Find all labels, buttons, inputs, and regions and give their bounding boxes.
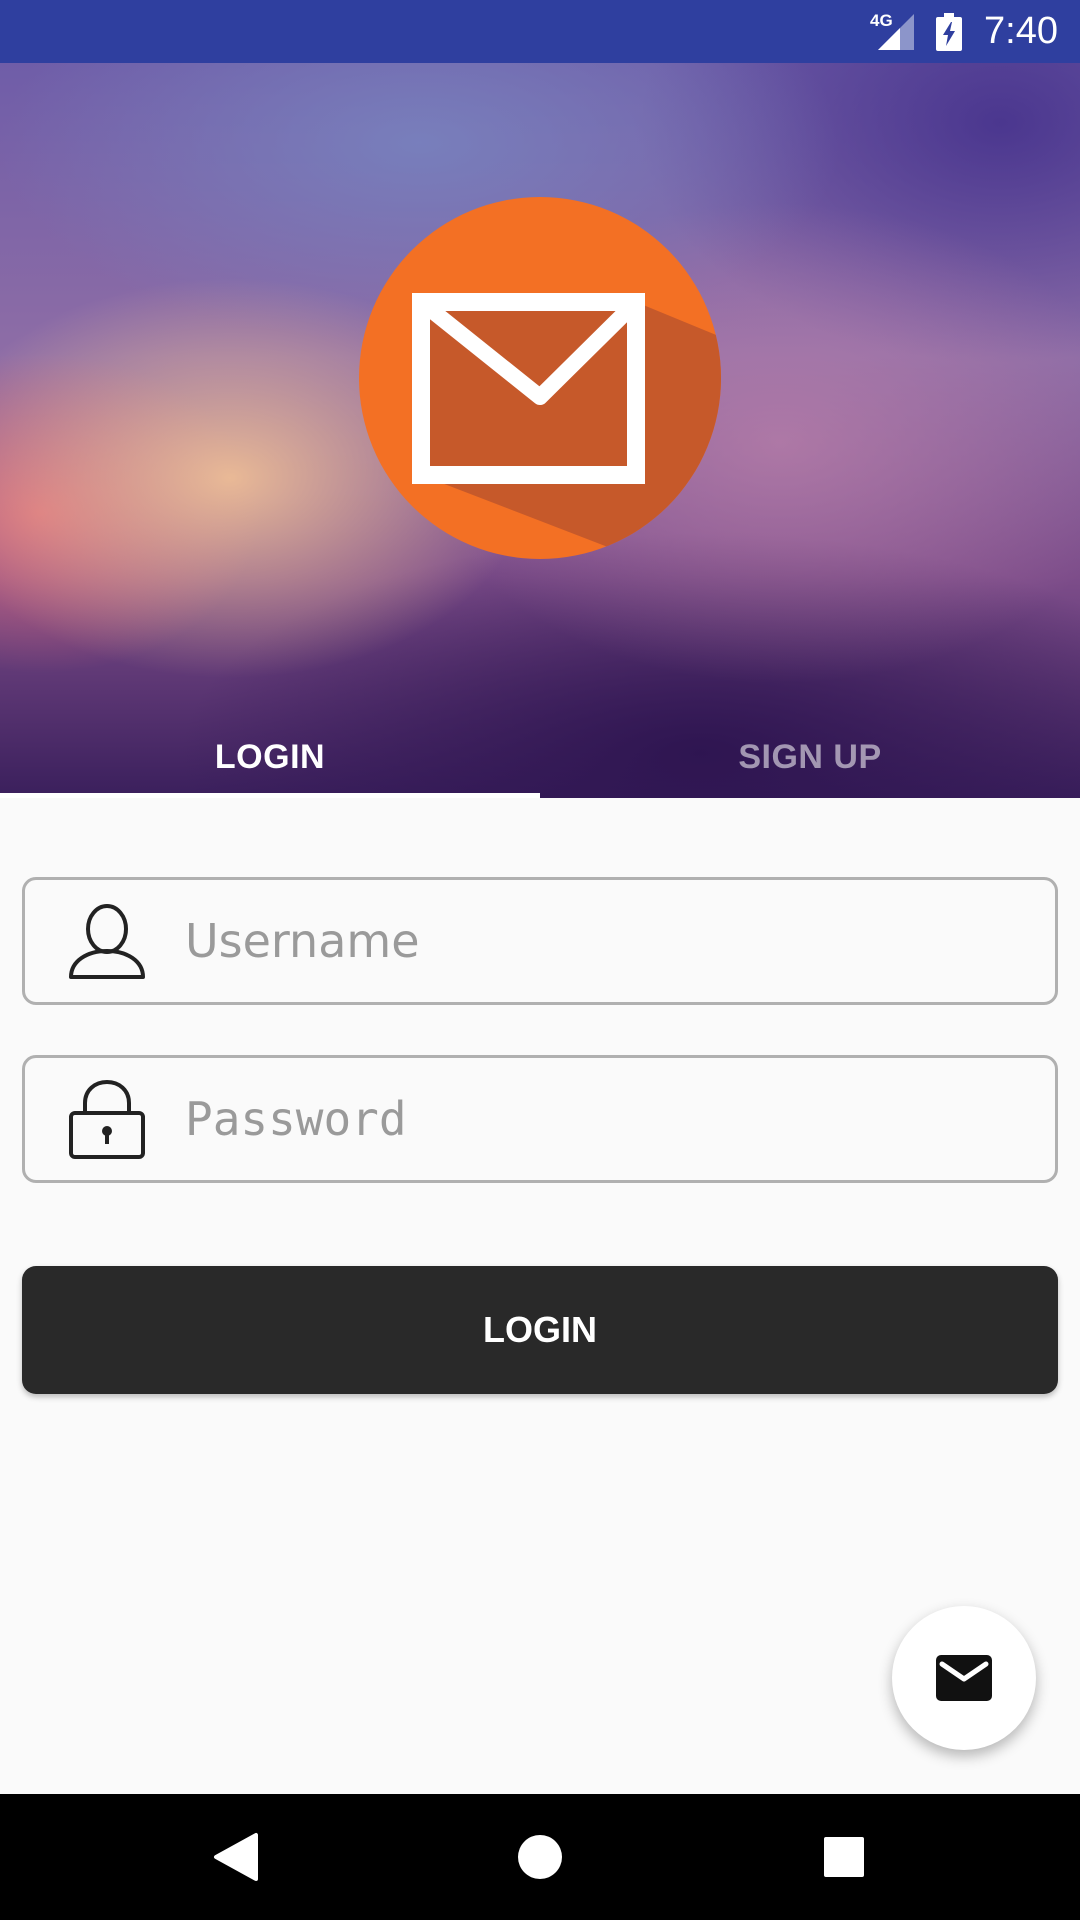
tab-sign-up-label: SIGN UP [738, 738, 882, 776]
tab-sign-up[interactable]: SIGN UP [540, 717, 1080, 798]
mail-envelope-icon [359, 197, 721, 559]
battery-charging-icon [936, 12, 963, 51]
auth-tabs: LOGIN SIGN UP [0, 717, 1080, 798]
home-icon[interactable] [510, 1827, 570, 1887]
user-icon [69, 904, 145, 979]
login-button-label: LOGIN [483, 1309, 597, 1350]
recents-icon[interactable] [814, 1827, 874, 1887]
tab-login[interactable]: LOGIN [0, 717, 540, 798]
app-header: LOGIN SIGN UP [0, 63, 1080, 798]
password-input[interactable] [183, 1057, 1055, 1181]
network-type-label: 4G [870, 10, 893, 30]
back-icon[interactable] [208, 1827, 268, 1887]
username-field[interactable] [22, 877, 1058, 1005]
username-input[interactable] [183, 879, 1055, 1003]
login-button[interactable]: LOGIN [22, 1266, 1058, 1394]
lock-icon [69, 1079, 145, 1159]
mail-icon [936, 1655, 992, 1701]
status-time: 7:40 [984, 10, 1058, 52]
active-tab-indicator [0, 793, 540, 798]
tab-login-label: LOGIN [214, 738, 326, 776]
compose-mail-fab[interactable] [892, 1606, 1036, 1750]
cell-signal-icon: 4G [870, 12, 918, 52]
status-bar: 4G 7:40 [0, 0, 1080, 63]
system-nav-bar [0, 1794, 1080, 1920]
status-icons: 4G 7:40 [870, 0, 1058, 63]
password-field[interactable] [22, 1055, 1058, 1183]
login-screen: 4G 7:40 LOGIN SIGN UP Username LOGIN [0, 0, 1080, 1920]
